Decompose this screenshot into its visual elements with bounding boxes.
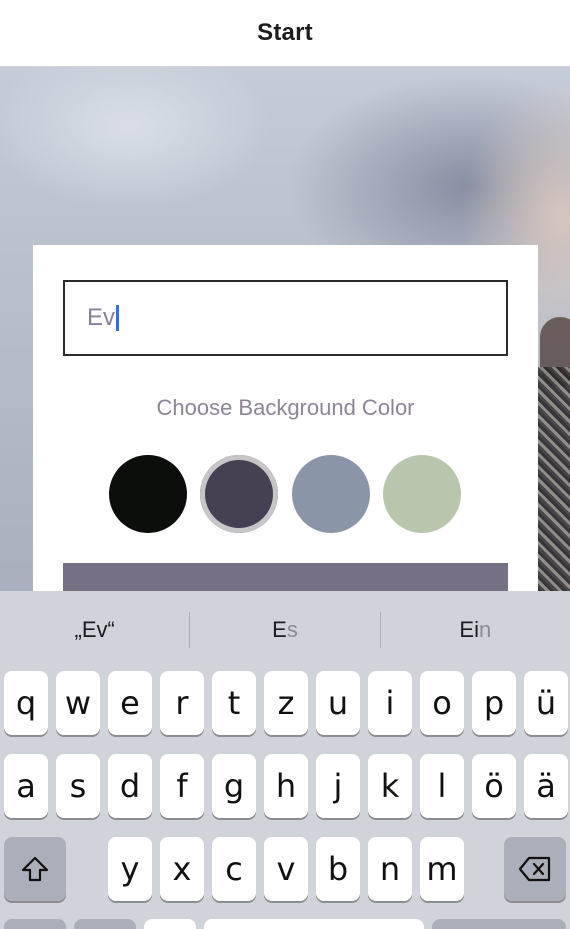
hero-title-clipped [150,139,360,151]
settings-card: Ev Choose Background Color [33,245,538,591]
space-key[interactable] [204,919,424,929]
key-r[interactable]: r [160,671,204,735]
keyboard: „Ev“ Es Ein qwertzuiopüasdfghjklöäyxcvbn… [0,591,570,929]
key-n[interactable]: n [368,837,412,901]
suggestion-completion: n [478,617,492,642]
color-swatch[interactable] [382,455,461,533]
suggestion-completion: s [286,617,298,642]
suggestion-text: E [272,617,287,642]
emoji-key[interactable] [74,919,136,929]
key-e[interactable]: e [108,671,152,735]
key-k[interactable]: k [368,754,412,818]
key-h[interactable]: h [264,754,308,818]
key-a[interactable]: a [4,754,48,818]
name-input[interactable]: Ev [63,280,508,356]
dictation-key[interactable] [144,919,196,929]
key-i[interactable]: i [368,671,412,735]
return-key[interactable] [432,919,566,929]
key-m[interactable]: m [420,837,464,901]
key-v[interactable]: v [264,837,308,901]
text-cursor [116,305,120,331]
color-swatch[interactable] [200,455,279,533]
suggestion-bar: „Ev“ Es Ein [0,591,570,669]
suggestion-text: „Ev“ [74,617,115,642]
suggestion-item[interactable]: „Ev“ [0,591,189,669]
color-swatch[interactable] [109,455,187,533]
key-j[interactable]: j [316,754,360,818]
key-ü[interactable]: ü [524,671,568,735]
suggestion-item[interactable]: Ein [381,591,570,669]
key-x[interactable]: x [160,837,204,901]
key-p[interactable]: p [472,671,516,735]
shift-key[interactable] [4,837,66,901]
key-b[interactable]: b [316,837,360,901]
delete-key[interactable] [504,837,566,901]
key-g[interactable]: g [212,754,256,818]
key-q[interactable]: q [4,671,48,735]
key-y[interactable]: y [108,837,152,901]
name-input-value: Ev [87,304,116,331]
color-swatches [109,455,461,533]
background-photo-detail [535,367,570,591]
key-u[interactable]: u [316,671,360,735]
key-w[interactable]: w [56,671,100,735]
key-l[interactable]: l [420,754,464,818]
key-z[interactable]: z [264,671,308,735]
key-ä[interactable]: ä [524,754,568,818]
shift-icon [20,855,50,883]
color-swatch[interactable] [291,455,370,533]
nav-title: Start [257,19,313,46]
key-o[interactable]: o [420,671,464,735]
numbers-key[interactable] [4,919,66,929]
start-chatting-button[interactable] [63,563,508,591]
key-d[interactable]: d [108,754,152,818]
key-t[interactable]: t [212,671,256,735]
key-s[interactable]: s [56,754,100,818]
suggestion-item[interactable]: Es [190,591,379,669]
key-ö[interactable]: ö [472,754,516,818]
key-f[interactable]: f [160,754,204,818]
navigation-bar: Start [0,0,570,67]
suggestion-text: Ei [459,617,479,642]
background-color-label: Choose Background Color [156,395,415,420]
delete-icon [518,856,552,882]
key-c[interactable]: c [212,837,256,901]
